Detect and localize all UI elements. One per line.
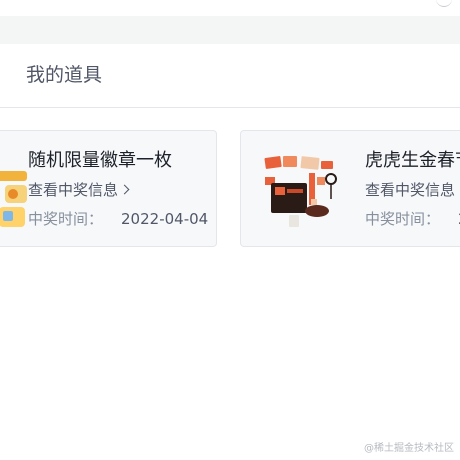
section-separator: [0, 16, 460, 44]
link-label: 查看中奖信息: [28, 181, 119, 199]
section-title: 我的道具: [26, 64, 103, 86]
card-title: 虎虎生金春节: [365, 150, 460, 171]
prize-date-row: 中奖时间：2022-04-04: [365, 209, 460, 229]
prize-date-row: 中奖时间： 2022-04-04: [28, 209, 208, 229]
corner-curve-icon: [436, 0, 452, 7]
date-label: 中奖时间：: [365, 210, 441, 228]
top-strip: [0, 0, 460, 16]
section-header: 我的道具: [0, 44, 460, 108]
page-viewport: 我的道具 随机限量徽章一枚 查看中奖信息 中奖时间： 2022-04-04 虎虎…: [0, 0, 460, 460]
link-label: 查看中奖信息: [365, 181, 456, 199]
watermark: @稀土掘金技术社区: [364, 443, 454, 454]
card-title: 随机限量徽章一枚: [28, 150, 172, 171]
badge-prize-icon: [0, 151, 27, 231]
prize-card[interactable]: 虎虎生金春节 查看中奖信息 中奖时间：2022-04-04: [240, 130, 460, 247]
chevron-right-icon: [119, 184, 130, 195]
view-prize-info-link[interactable]: 查看中奖信息: [365, 180, 455, 200]
spring-festival-gift-set-icon: [261, 149, 341, 229]
date-label: 中奖时间：: [28, 210, 104, 228]
date-value: 2022-04-04: [121, 210, 209, 228]
prize-card[interactable]: 随机限量徽章一枚 查看中奖信息 中奖时间： 2022-04-04: [0, 130, 217, 247]
view-prize-info-link[interactable]: 查看中奖信息: [28, 180, 130, 200]
